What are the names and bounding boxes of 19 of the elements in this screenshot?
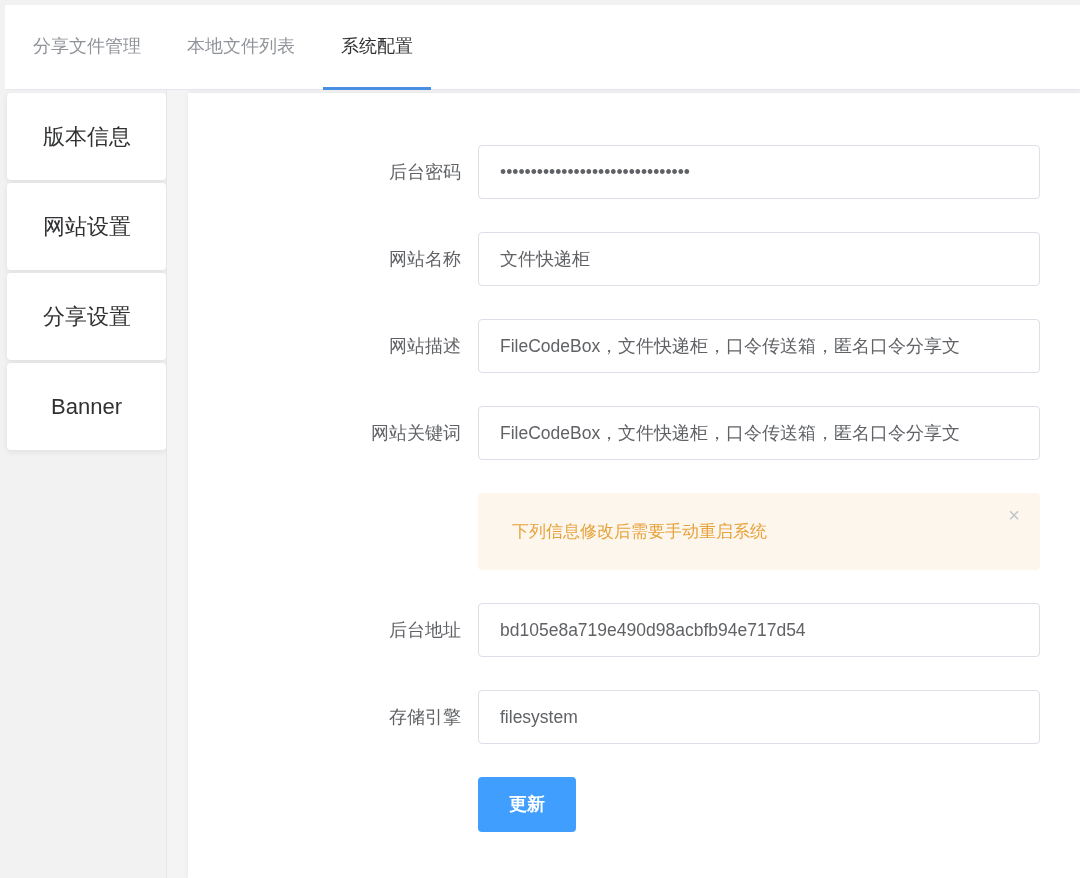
input-field[interactable]: ••••••••••••••••••••••••••••••• [478,145,1040,199]
input-field[interactable]: FileCodeBox，文件快递柜，口令传送箱，匿名口令分享文 [478,406,1040,460]
field-label: 网站描述 [388,334,462,358]
input-field[interactable]: bd105e8a719e490d98acbfb94e717d54 [478,603,1040,657]
tab[interactable]: 系统配置 [323,5,431,90]
sidebar-item[interactable]: Banner [7,363,166,450]
field-label: 存储引擎 [388,705,462,729]
input-field[interactable]: FileCodeBox，文件快递柜，口令传送箱，匿名口令分享文 [478,319,1040,373]
field-label: 网站名称 [388,247,462,271]
sidebar-item[interactable]: 网站设置 [7,183,166,270]
field-label: 网站关键词 [370,421,462,445]
input-field[interactable]: 文件快递柜 [478,232,1040,286]
input-field[interactable]: filesystem [478,690,1040,744]
sidebar-item[interactable]: 版本信息 [7,93,166,180]
field-label: 后台地址 [388,618,462,642]
tab[interactable]: 本地文件列表 [169,5,313,90]
alert-message: 下列信息修改后需要手动重启系统 [512,520,767,543]
field-label: 后台密码 [388,160,462,184]
sidebar-item[interactable]: 分享设置 [7,273,166,360]
